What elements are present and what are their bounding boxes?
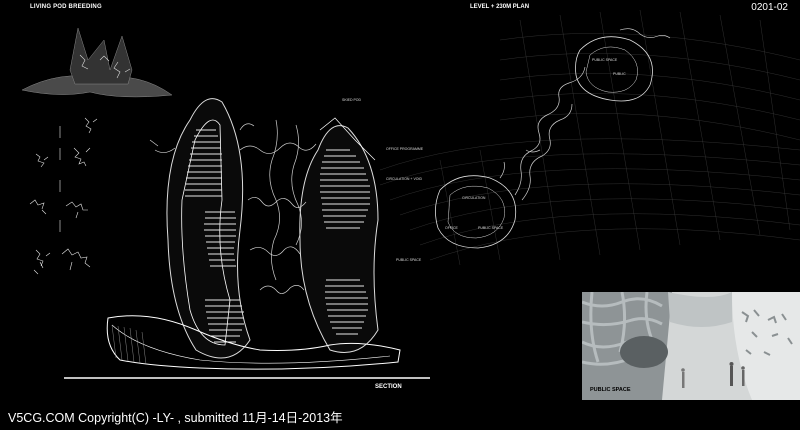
render-label: PUBLIC SPACE <box>590 387 631 393</box>
annotation-public-space: PUBLIC SPACE <box>396 258 422 262</box>
mesh-grid <box>379 9 800 266</box>
breeding-diagrams <box>29 117 98 275</box>
render-image <box>582 292 800 400</box>
footer-bar: V5CG.COM Copyright(C) -LY- , submitted 1… <box>0 400 800 430</box>
model-perspective <box>21 27 173 98</box>
tower-left <box>166 98 251 359</box>
plan-label-public-space-lower: PUBLIC SPACE <box>478 226 504 230</box>
annotation-circulation-void: CIRCULATION + VOID <box>386 177 423 181</box>
plan-spine <box>499 66 586 201</box>
annotation-skied-pod: SKIED POD <box>342 98 362 102</box>
drawing-sheet: LIVING POD BREEDING LEVEL + 230m PLAN 02… <box>0 0 800 430</box>
section-label: SECTION <box>375 384 402 390</box>
annotation-office-programme: OFFICE PROGRAMME <box>386 147 424 151</box>
plan-label-office: OFFICE <box>445 226 458 230</box>
plan-lower <box>435 175 517 249</box>
plan-label-public: PUBLIC <box>613 72 626 76</box>
plan-upper <box>575 28 671 102</box>
copyright-text: V5CG.COM Copyright(C) -LY- , submitted 1… <box>8 411 343 425</box>
plan-label-circulation: CIRCULATION <box>462 196 486 200</box>
interior-render: PUBLIC SPACE <box>582 292 800 400</box>
plan-label-public-space: PUBLIC SPACE <box>592 58 618 62</box>
tower-right <box>299 117 379 353</box>
